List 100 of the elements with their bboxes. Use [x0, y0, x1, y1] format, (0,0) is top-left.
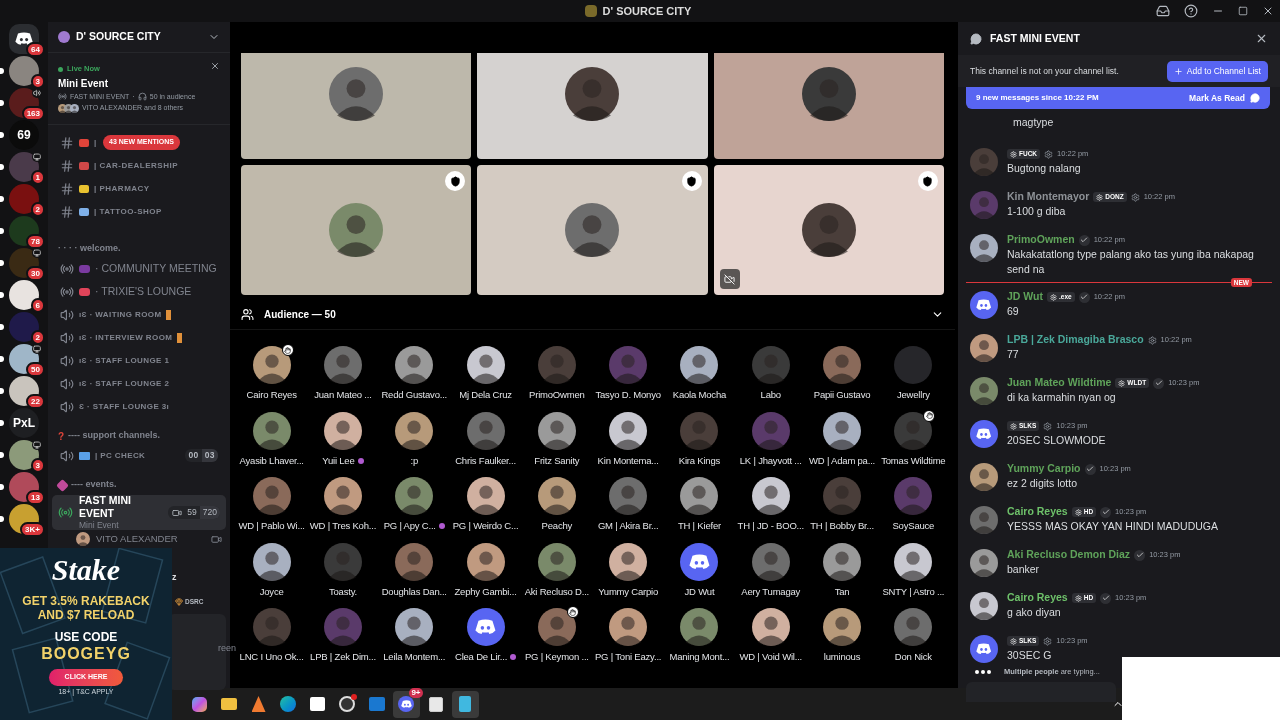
new-messages-bar[interactable]: 9 new messages since 10:22 PM Mark As Read	[966, 87, 1270, 109]
category-label[interactable]: ---- events.	[71, 478, 117, 492]
server-icon[interactable]	[9, 280, 39, 310]
audience-name[interactable]: Joyce	[259, 584, 284, 599]
audience-name[interactable]: Peachy	[541, 519, 573, 534]
audience-name[interactable]: SoySauce	[892, 519, 935, 534]
audience-name[interactable]: Tan	[834, 584, 850, 599]
audience-name[interactable]: LNC I Uno Ok...	[239, 650, 304, 665]
audience-name[interactable]: WD | Pablo Wi...	[238, 519, 305, 534]
channel-item[interactable]: ıƐ · INTERVIEW ROOM	[52, 326, 226, 349]
video-tile[interactable]	[477, 53, 708, 159]
server-icon[interactable]	[9, 472, 39, 502]
audience-name[interactable]: Clea De Lir...	[454, 650, 508, 665]
audience-name[interactable]: PG | Weirdo C...	[452, 519, 519, 534]
channel-item[interactable]: Ɛ · STAFF LOUNGE 3ı	[52, 395, 226, 418]
audience-name[interactable]: luminous	[823, 650, 861, 665]
author-name[interactable]: Kin Montemayor	[1007, 189, 1090, 205]
audience-name[interactable]: Zephy Gambi...	[454, 584, 517, 599]
audience-name[interactable]: Tomas Wildtime	[881, 453, 946, 468]
audience-name[interactable]: Don Nick	[894, 650, 932, 665]
audience-name[interactable]: Labo	[760, 388, 781, 403]
video-tile[interactable]	[241, 165, 472, 295]
close-icon[interactable]	[1262, 5, 1274, 17]
audience-name[interactable]: Ayasib Lhaver...	[239, 453, 304, 468]
audience-name[interactable]: Fritz Sanity	[534, 453, 580, 468]
message-input[interactable]	[966, 682, 1116, 703]
audience-name[interactable]: Kin Montema...	[597, 453, 659, 468]
server-icon[interactable]	[9, 152, 39, 182]
video-tile[interactable]	[241, 53, 472, 159]
server-icon[interactable]: 69	[9, 120, 39, 150]
audience-name[interactable]: :p	[410, 453, 418, 468]
home-button[interactable]	[9, 24, 39, 54]
channel-item[interactable]: · TRIXIE'S LOUNGE	[52, 280, 226, 303]
audience-name[interactable]: Kaola Mocha	[672, 388, 727, 403]
audience-name[interactable]: Papii Gustavo	[813, 388, 871, 403]
audience-name[interactable]: WD | Tres Koh...	[309, 519, 377, 534]
inbox-icon[interactable]	[1156, 4, 1170, 18]
audience-name[interactable]: TH | JD - BOO...	[737, 519, 804, 534]
audience-name[interactable]: TH | Bobby Br...	[810, 519, 874, 534]
audience-name[interactable]: PG | Toni Eazy...	[595, 650, 662, 665]
audience-name[interactable]: Leila Montem...	[383, 650, 446, 665]
channel-item[interactable]: | PC CHECK 00 03	[52, 444, 226, 467]
author-name[interactable]: Juan Mateo Wildtime	[1007, 375, 1112, 391]
audience-name[interactable]: Jewellry	[897, 388, 930, 403]
video-tile[interactable]	[713, 165, 944, 295]
audience-name[interactable]: PG | Apy C...	[383, 519, 436, 534]
audience-name[interactable]: WD | Void Wil...	[739, 650, 803, 665]
audience-name[interactable]: LPB | Zek Dim...	[310, 650, 376, 665]
audience-name[interactable]: Mj Dela Cruz	[459, 388, 512, 403]
audience-name[interactable]: Aery Tumagay	[741, 584, 801, 599]
add-channel-button[interactable]: Add to Channel List	[1166, 60, 1268, 82]
close-icon[interactable]	[210, 61, 220, 71]
server-name[interactable]: D' SOURCE CITY	[76, 29, 202, 45]
server-icon[interactable]	[9, 440, 39, 470]
audience-name[interactable]: Redd Gustavo...	[381, 388, 448, 403]
member-name[interactable]: VITO ALEXANDER	[96, 531, 205, 547]
audience-name[interactable]: Yuii Lee	[322, 453, 355, 468]
channel-item[interactable]: ıƐ · STAFF LOUNGE 1	[52, 349, 226, 372]
channel-item[interactable]: | TATTOO-SHOP	[52, 200, 170, 223]
author-name[interactable]: Aki Recluso Demon Diaz	[1007, 547, 1131, 563]
category-label[interactable]: · · · · welcome.	[58, 242, 121, 256]
video-tile[interactable]	[477, 165, 708, 295]
author-name[interactable]: Cairo Reyes	[1007, 504, 1068, 520]
close-icon[interactable]	[1255, 32, 1268, 45]
audience-name[interactable]: GM | Akira Br...	[597, 519, 659, 534]
channel-item[interactable]: | CAR-DEALERSHIP	[52, 154, 187, 177]
channel-item[interactable]: |	[52, 131, 105, 154]
channel-item[interactable]: FAST MINI EVENT Mini Event 59 720	[52, 495, 226, 530]
author-name[interactable]: PrimoOwmen	[1007, 232, 1075, 248]
taskbar-app[interactable]: 9+	[392, 690, 420, 718]
audience-name[interactable]: Chris Faulker...	[455, 453, 516, 468]
channel-item[interactable]: ıƐ · STAFF LOUNGE 2	[52, 372, 226, 395]
author-name[interactable]: LPB | Zek Dimagiba Brasco	[1007, 332, 1144, 348]
audience-name[interactable]: Toasty.	[328, 584, 357, 599]
server-icon[interactable]: PxL	[9, 408, 39, 438]
audience-name[interactable]: WD | Adam pa...	[809, 453, 876, 468]
audience-name[interactable]: Tasyo D. Monyo	[595, 388, 661, 403]
author-name[interactable]: Cairo Reyes	[1007, 590, 1068, 606]
help-icon[interactable]	[1184, 4, 1198, 18]
audience-name[interactable]: LK | Jhayvott ...	[739, 453, 802, 468]
audience-name[interactable]: Cairo Reyes	[246, 388, 297, 403]
category-label[interactable]: ---- support channels.	[68, 429, 161, 443]
share-screen-button[interactable]: reen	[218, 642, 236, 654]
video-tile[interactable]	[713, 53, 944, 159]
audience-name[interactable]: Kira Kings	[678, 453, 721, 468]
author-name[interactable]: JD Wut	[1007, 289, 1043, 305]
audience-name[interactable]: JD Wut	[684, 584, 715, 599]
author-name[interactable]: Yummy Carpio	[1007, 461, 1081, 477]
audience-name[interactable]: Yummy Carpio	[598, 584, 659, 599]
maximize-icon[interactable]	[1238, 6, 1248, 16]
taskbar-app[interactable]	[451, 690, 479, 718]
audience-name[interactable]: Maning Mont...	[669, 650, 730, 665]
audience-name[interactable]: Juan Mateo ...	[314, 388, 372, 403]
audience-name[interactable]: Aki Recluso D...	[524, 584, 590, 599]
mark-read-link[interactable]: Mark As Read	[1189, 91, 1245, 105]
server-icon[interactable]	[9, 216, 39, 246]
audience-name[interactable]: SNTY | Astro ...	[882, 584, 945, 599]
server-icon[interactable]	[9, 376, 39, 406]
audience-name[interactable]: PG | Keymon ...	[524, 650, 589, 665]
audience-name[interactable]: Doughlas Dan...	[381, 584, 447, 599]
